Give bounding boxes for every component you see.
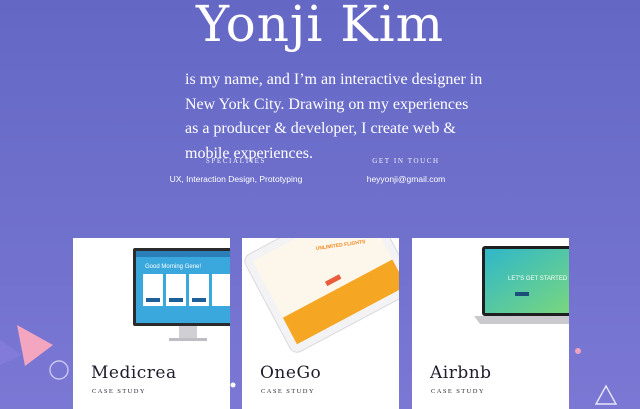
project-card-airbnb[interactable]: LET'S GET STARTED Airbnb CASE STUDY [412, 238, 569, 409]
contact-email-link[interactable]: heyyonji@gmail.com [330, 174, 482, 184]
medicrea-thumbnail: Good Morning Gene! [73, 238, 230, 356]
dot-decoration [575, 348, 581, 354]
laptop-icon: LET'S GET STARTED [474, 246, 569, 324]
project-card-medicrea[interactable]: Good Morning Gene! Medicrea CASE STUDY [73, 238, 230, 409]
contact-label: GET IN TOUCH [372, 157, 440, 165]
specialties-block: SPECIALTIES UX, Interaction Design, Prot… [160, 157, 312, 184]
project-title: Medicrea [91, 363, 177, 383]
desktop-monitor-icon: Good Morning Gene! [133, 248, 230, 341]
triangle-decoration-purple [0, 340, 22, 365]
airbnb-thumb-text: LET'S GET STARTED [508, 276, 568, 282]
specialties-label: SPECIALTIES [205, 157, 267, 165]
onego-thumbnail: UNLIMITED FLIGHTS [242, 238, 399, 356]
dot-decoration-small [230, 382, 236, 388]
intro-text: is my name, and I’m an interactive desig… [185, 71, 483, 162]
project-card-onego[interactable]: UNLIMITED FLIGHTS OneGo CASE STUDY [242, 238, 399, 409]
circle-decoration [49, 360, 69, 380]
project-title: Airbnb [430, 363, 492, 383]
project-title: OneGo [260, 363, 322, 383]
project-subtitle: CASE STUDY [261, 388, 315, 395]
airbnb-thumbnail: LET'S GET STARTED [412, 238, 569, 356]
specialties-value: UX, Interaction Design, Prototyping [169, 174, 303, 184]
project-subtitle: CASE STUDY [92, 388, 146, 395]
medicrea-thumb-text: Good Morning Gene! [145, 264, 201, 270]
tablet-icon: UNLIMITED FLIGHTS [244, 238, 399, 353]
project-subtitle: CASE STUDY [431, 388, 485, 395]
contact-block: GET IN TOUCH heyyonji@gmail.com [330, 157, 482, 184]
hero-name: Yonji Kim [195, 0, 445, 53]
triangle-decoration-right [594, 384, 618, 405]
